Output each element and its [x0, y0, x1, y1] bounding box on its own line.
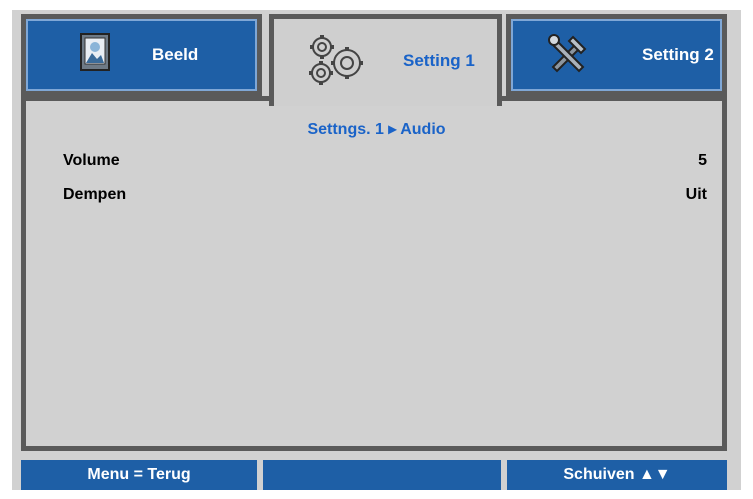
- menu-item-dempen[interactable]: Dempen: [63, 186, 126, 204]
- gears-icon: [307, 33, 367, 94]
- tab-setting-1[interactable]: Setting 1: [269, 14, 502, 106]
- picture-icon: [80, 33, 110, 78]
- tab-label: Beeld: [152, 45, 199, 64]
- dempen-value: Uit: [685, 186, 707, 203]
- scroll-button[interactable]: Schuiven ▲▼: [507, 460, 727, 490]
- footer-middle-button: [263, 460, 501, 490]
- tab-setting-2[interactable]: Setting 2: [506, 14, 727, 96]
- menu-back-button[interactable]: Menu = Terug: [21, 460, 257, 490]
- tools-icon: [545, 31, 591, 82]
- tab-beeld[interactable]: Beeld: [21, 14, 262, 96]
- tab-label: Setting 2: [642, 45, 714, 64]
- volume-value: 5: [698, 152, 707, 169]
- breadcrumb: Settngs. 1 ▸ Audio: [307, 121, 446, 138]
- settings-panel: [21, 96, 727, 451]
- menu-item-volume[interactable]: Volume: [63, 152, 120, 170]
- panel-divider: [21, 96, 269, 101]
- tab-label: Setting 1: [403, 51, 475, 70]
- panel-divider: [497, 96, 727, 101]
